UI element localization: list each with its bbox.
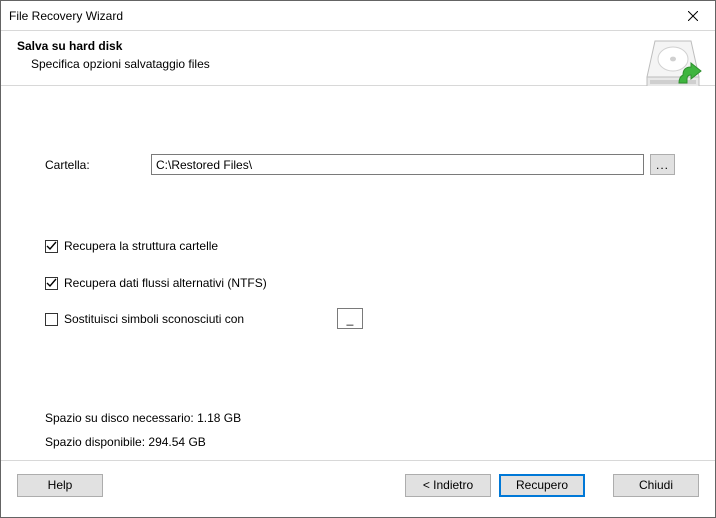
folder-row: Cartella: ... [45, 154, 675, 175]
folder-label: Cartella: [45, 158, 145, 172]
recover-button[interactable]: Recupero [499, 474, 585, 497]
checkbox-icon[interactable] [45, 240, 58, 253]
folder-input[interactable] [151, 154, 644, 175]
page-subtitle: Specifica opzioni salvataggio files [31, 57, 699, 71]
back-button[interactable]: < Indietro [405, 474, 491, 497]
wizard-header: Salva su hard disk Specifica opzioni sal… [1, 31, 715, 86]
checkbox-label: Recupera la struttura cartelle [64, 239, 218, 253]
help-button[interactable]: Help [17, 474, 103, 497]
checkbox-label: Recupera dati flussi alternativi (NTFS) [64, 276, 267, 290]
wizard-body: Cartella: ... Recupera la struttura cart… [1, 86, 715, 460]
replace-char-input[interactable] [337, 308, 363, 329]
checkbox-recover-structure[interactable]: Recupera la struttura cartelle [45, 239, 218, 253]
checkbox-icon[interactable] [45, 277, 58, 290]
disk-space-required: Spazio su disco necessario: 1.18 GB [45, 411, 241, 425]
titlebar: File Recovery Wizard [1, 1, 715, 31]
checkbox-replace-symbols[interactable]: Sostituisci simboli sconosciuti con [45, 312, 244, 326]
hard-disk-icon [645, 35, 703, 93]
checkbox-label: Sostituisci simboli sconosciuti con [64, 312, 244, 326]
checkbox-icon[interactable] [45, 313, 58, 326]
browse-button[interactable]: ... [650, 154, 675, 175]
checkbox-recover-ads[interactable]: Recupera dati flussi alternativi (NTFS) [45, 276, 267, 290]
wizard-footer: Help < Indietro Recupero Chiudi [1, 460, 715, 509]
close-icon[interactable] [670, 1, 715, 30]
window-title: File Recovery Wizard [9, 9, 123, 23]
disk-space-available: Spazio disponibile: 294.54 GB [45, 435, 206, 449]
page-title: Salva su hard disk [17, 39, 699, 53]
close-button[interactable]: Chiudi [613, 474, 699, 497]
